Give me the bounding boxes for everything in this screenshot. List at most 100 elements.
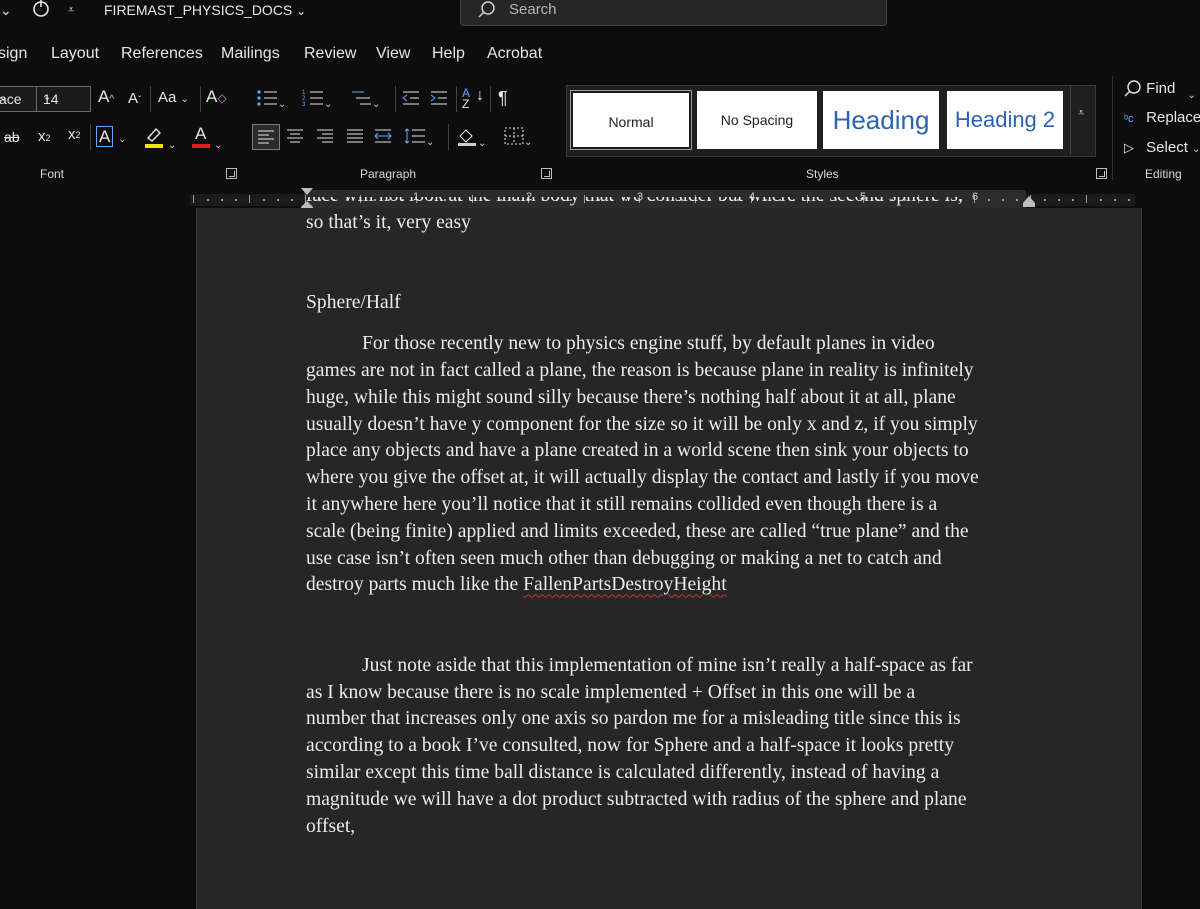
multilevel-list-icon[interactable]: ⌄ [350, 89, 380, 115]
decrease-indent-icon[interactable] [402, 89, 420, 113]
styles-gallery-more-button[interactable]: ⩡ [1070, 85, 1096, 155]
text-effects-icon[interactable]: A ⌄ [96, 126, 126, 150]
tab-review[interactable]: Review [304, 45, 356, 63]
select-icon: ▷ [1124, 140, 1134, 155]
replace-button[interactable]: ᵇc Replace [1124, 109, 1200, 126]
paragraph-line: place any objects and have a plane creat… [306, 440, 969, 462]
replace-icon: ᵇc [1124, 113, 1134, 125]
increase-indent-icon[interactable] [430, 89, 448, 113]
paragraph-group-label: Paragraph [360, 167, 417, 181]
body-line: so that’s it, very easy [306, 212, 471, 233]
tab-mailings[interactable]: Mailings [221, 45, 280, 63]
tab-view[interactable]: View [376, 45, 410, 63]
bullets-icon[interactable]: ⌄ [256, 89, 286, 115]
search-icon [478, 1, 495, 18]
svg-text:3: 3 [302, 102, 306, 107]
line-spacing-icon[interactable]: ⌄ [404, 127, 434, 153]
chevron-down-icon: ⌄ [296, 4, 307, 18]
select-button[interactable]: ▷ Select ⌄ [1124, 139, 1200, 156]
ruler-tick [249, 195, 250, 203]
font-color-icon[interactable]: A ⌄ [192, 124, 223, 156]
style-no-spacing-label: No Spacing [720, 112, 794, 128]
paragraph-line: For those recently new to physics engine… [362, 333, 935, 355]
align-center-icon[interactable] [286, 128, 304, 150]
paragraph-line: offset, [306, 815, 356, 837]
styles-dialog-launcher[interactable] [1096, 168, 1107, 179]
font-size-dropdown[interactable]: 14 ⌄ [36, 86, 91, 112]
styles-gallery: Normal No Spacing Heading Heading 2 [566, 85, 1096, 157]
ruler-dot [207, 199, 209, 201]
paragraph-line: magnitude we will have a dot product sub… [306, 788, 967, 810]
shading-icon[interactable]: ⌄ [456, 126, 486, 154]
search-input[interactable]: Search [460, 0, 887, 26]
paragraph-line: Just note aside that this implementation… [362, 654, 973, 676]
show-formatting-marks-icon[interactable]: ¶ [498, 88, 508, 108]
misspelled-word[interactable]: FallenPartsDestroyHeight [523, 574, 727, 595]
highlight-color-icon[interactable]: ⌄ [144, 126, 177, 156]
paragraph-line: destroy parts much like the FallenPartsD… [306, 574, 727, 596]
subscript-icon[interactable]: x2 [38, 127, 51, 148]
tab-references[interactable]: References [121, 45, 203, 63]
paragraph-line: scale (being finite) applied and limits … [306, 520, 969, 542]
tab-design[interactable]: sign [0, 45, 27, 63]
ruler-tick [193, 195, 194, 203]
ruler-dot [1128, 199, 1130, 201]
paragraph-line: games are not in fact called a plane, th… [306, 359, 974, 381]
tab-layout[interactable]: Layout [51, 45, 99, 63]
tab-acrobat[interactable]: Acrobat [487, 45, 542, 63]
style-normal[interactable]: Normal [570, 90, 692, 150]
sort-icon[interactable]: A Z ↓ [462, 87, 484, 110]
replace-label: Replace [1146, 109, 1200, 126]
superscript-icon[interactable]: x2 [68, 125, 81, 145]
ruler-dot [291, 199, 293, 201]
numbering-icon[interactable]: 1 2 3 ⌄ [302, 89, 332, 115]
change-case-label: Aa [158, 89, 177, 106]
paragraph-dialog-launcher[interactable] [541, 168, 552, 179]
ruler-dot [1100, 199, 1102, 201]
customize-toolbar-icon[interactable]: ⩡ [68, 0, 74, 20]
clear-formatting-icon[interactable]: A◇ [206, 87, 227, 108]
grow-font-icon[interactable]: A^ [98, 87, 114, 110]
paragraph-line: where you give the offset at, it will ac… [306, 467, 979, 489]
style-heading-2-label: Heading 2 [954, 107, 1056, 132]
change-case-button[interactable]: Aa ⌄ [158, 88, 189, 110]
distributed-icon[interactable] [374, 128, 392, 150]
paragraph-line: it anywhere here you’ll notice that it s… [306, 493, 938, 515]
styles-group-label: Styles [806, 167, 839, 181]
align-right-icon[interactable] [316, 128, 334, 150]
document-body[interactable]: face will not look at the main body that… [306, 197, 1030, 840]
select-label: Select [1146, 139, 1188, 156]
title-bar: ⌄ ⩡ FIREMAST_PHYSICS_DOCS ⌄ Search [0, 0, 1200, 34]
clipped-line: face will not look at the main body that… [306, 197, 1030, 210]
shrink-font-icon[interactable]: Aˇ [128, 89, 141, 111]
find-button[interactable]: Find ⌄ [1124, 80, 1196, 102]
font-dialog-launcher[interactable] [226, 168, 237, 179]
style-heading-1[interactable]: Heading [823, 91, 939, 149]
paragraph-line: use case isn’t often seen much other tha… [306, 547, 942, 569]
chevron-down-icon: ⌄ [43, 92, 52, 103]
strikethrough-icon[interactable]: ab [4, 127, 20, 147]
ruler-dot [277, 199, 279, 201]
ribbon: ace ⌄ 14 ⌄ A^ Aˇ Aa ⌄ A◇ ab x2 x2 A ⌄ ⌄ … [0, 72, 1200, 188]
align-left-button[interactable] [252, 124, 280, 150]
style-no-spacing[interactable]: No Spacing [697, 91, 817, 149]
justify-icon[interactable] [346, 128, 364, 150]
paragraph-line: usually doesn’t have y component for the… [306, 413, 978, 435]
style-heading-1-label: Heading [832, 105, 930, 135]
ruler-dot [235, 199, 237, 201]
document-name-menu[interactable]: FIREMAST_PHYSICS_DOCS ⌄ [104, 0, 306, 21]
ruler-dot [263, 199, 265, 201]
style-normal-label: Normal [608, 114, 654, 130]
ruler-tick [1086, 195, 1087, 203]
style-heading-2[interactable]: Heading 2 [947, 91, 1063, 149]
find-icon [1124, 80, 1141, 97]
editing-group-label: Editing [1145, 167, 1182, 181]
undo-dropdown-icon[interactable]: ⌄ [0, 0, 12, 20]
tab-help[interactable]: Help [432, 45, 465, 63]
gallery-more-icon: ⩡ [1078, 107, 1085, 119]
font-name-dropdown[interactable]: ace ⌄ [0, 86, 36, 112]
paragraph-1: For those recently new to physics engine… [306, 331, 1030, 599]
autosave-icon[interactable] [30, 0, 52, 25]
ruler-dot [1114, 199, 1116, 201]
borders-icon[interactable]: ⌄ [504, 127, 532, 153]
